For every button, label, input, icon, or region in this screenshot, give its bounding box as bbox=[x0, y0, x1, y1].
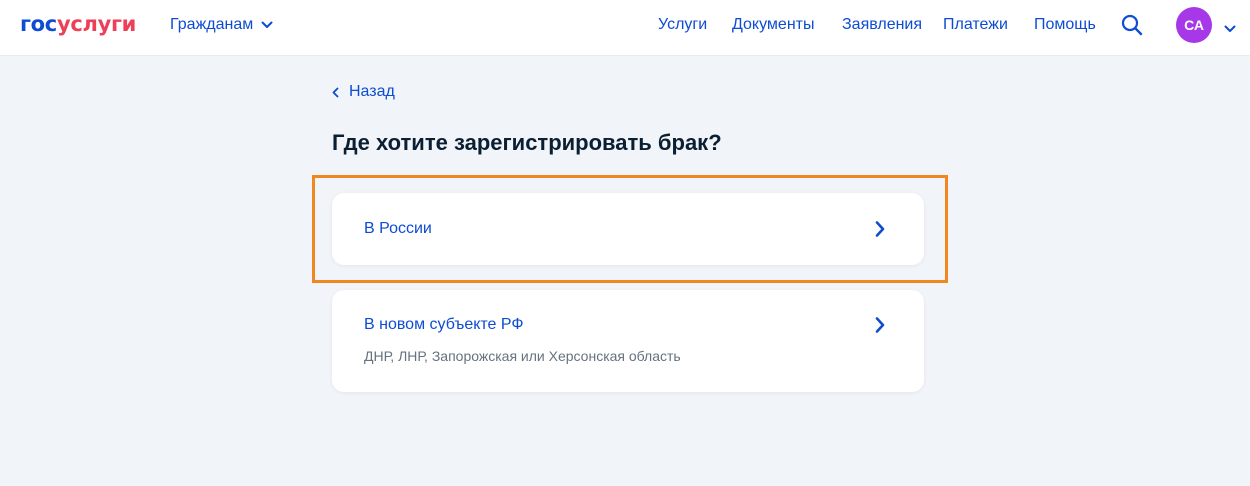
main-nav: Услуги Документы Заявления Платежи Помощ… bbox=[0, 16, 1250, 36]
chevron-right-icon bbox=[875, 221, 885, 237]
back-label: Назад bbox=[349, 83, 395, 100]
avatar[interactable]: СА bbox=[1176, 7, 1212, 43]
chevron-right-icon bbox=[875, 317, 885, 333]
chevron-left-icon bbox=[332, 87, 339, 97]
nav-applications[interactable]: Заявления bbox=[842, 16, 922, 34]
option-subtitle: ДНР, ЛНР, Запорожская или Херсонская обл… bbox=[364, 348, 681, 364]
nav-documents[interactable]: Документы bbox=[732, 16, 814, 34]
option-in-russia[interactable]: В России bbox=[332, 193, 924, 265]
nav-services[interactable]: Услуги bbox=[658, 16, 707, 34]
search-button[interactable] bbox=[1120, 13, 1144, 42]
profile-menu-toggle[interactable] bbox=[1224, 20, 1236, 38]
option-title: В России bbox=[364, 220, 432, 237]
option-new-region[interactable]: В новом субъекте РФ ДНР, ЛНР, Запорожска… bbox=[332, 290, 924, 392]
nav-payments[interactable]: Платежи bbox=[943, 16, 1008, 34]
page-title: Где хотите зарегистрировать брак? bbox=[332, 130, 722, 155]
avatar-initials: СА bbox=[1184, 17, 1204, 33]
top-header: госуслуги Гражданам Услуги Документы Зая… bbox=[0, 0, 1250, 56]
search-icon bbox=[1121, 14, 1143, 36]
option-title: В новом субъекте РФ bbox=[364, 316, 524, 333]
nav-help[interactable]: Помощь bbox=[1034, 16, 1096, 34]
chevron-down-icon bbox=[1224, 25, 1236, 32]
back-link[interactable]: Назад bbox=[332, 83, 395, 101]
